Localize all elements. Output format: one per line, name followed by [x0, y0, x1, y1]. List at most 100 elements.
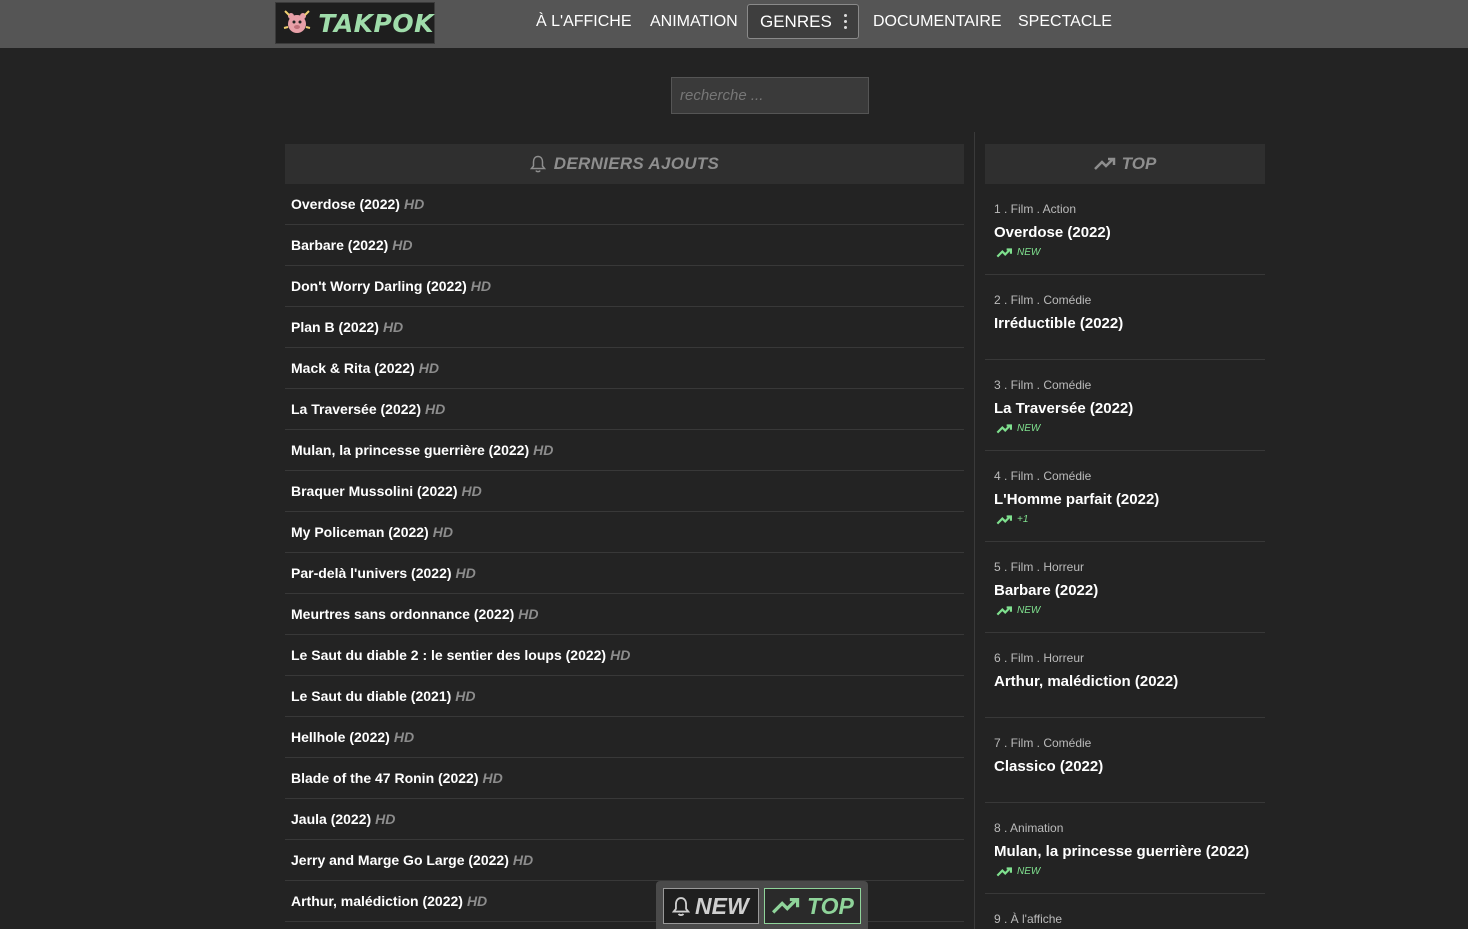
top-navigation-bar: TAKPOK À L'AFFICHE ANIMATION GENRES DOCU… — [0, 0, 1468, 48]
movie-title: Le Saut du diable (2021) — [291, 688, 452, 704]
latest-list-item[interactable]: Meurtres sans ordonnance (2022) HD — [285, 594, 964, 635]
movie-title: La Traversée (2022) — [291, 401, 421, 417]
top-list-item[interactable]: 1 . Film . Action Overdose (2022) NEW — [985, 184, 1265, 275]
bell-icon — [529, 155, 546, 173]
site-logo[interactable]: TAKPOK — [275, 2, 435, 44]
top-tab-button[interactable]: TOP — [764, 888, 861, 924]
quality-badge: HD — [418, 360, 439, 376]
nav-animation[interactable]: ANIMATION — [650, 12, 738, 34]
movie-title: My Policeman (2022) — [291, 524, 429, 540]
rank-category: 7 . Film . Comédie — [994, 736, 1092, 750]
bell-icon — [672, 896, 690, 916]
top-list-item[interactable]: 8 . Animation Mulan, la princesse guerriè… — [985, 803, 1265, 894]
rank-category: 8 . Animation — [994, 821, 1064, 835]
movie-title: Barbare (2022) — [291, 237, 389, 253]
movie-title: Arthur, malédiction (2022) — [291, 893, 463, 909]
trending-up-icon — [996, 423, 1017, 434]
quality-badge: HD — [466, 893, 488, 909]
trend-indicator: NEW — [996, 866, 1040, 877]
latest-list-item[interactable]: Jaula (2022) HD — [285, 799, 964, 840]
trend-indicator: NEW — [996, 423, 1040, 434]
nav-genres-dropdown[interactable]: GENRES — [747, 4, 859, 39]
latest-list-item[interactable]: My Policeman (2022) HD — [285, 512, 964, 553]
top-list-item[interactable]: 6 . Film . Horreur Arthur, malédiction (2… — [985, 633, 1265, 718]
trend-indicator: +1 — [996, 514, 1028, 525]
latest-list-item[interactable]: Par-delà l'univers (2022) HD — [285, 553, 964, 594]
latest-list-item[interactable]: Barbare (2022) HD — [285, 225, 964, 266]
top-tab-label: TOP — [807, 892, 854, 919]
trending-up-icon — [996, 605, 1017, 616]
movie-title: Jerry and Marge Go Large (2022) — [291, 852, 509, 868]
trend-indicator: NEW — [996, 247, 1040, 258]
rank-category: 4 . Film . Comédie — [994, 469, 1092, 483]
rank-category: 9 . À l'affiche — [994, 912, 1063, 926]
logo-text: TAKPOK — [318, 8, 434, 38]
trend-label: NEW — [1017, 247, 1041, 258]
new-tab-label: NEW — [695, 892, 749, 919]
search-input[interactable] — [671, 77, 869, 114]
quality-badge: HD — [610, 647, 631, 663]
trending-up-icon — [996, 514, 1017, 525]
latest-list-item[interactable]: Blade of the 47 Ronin (2022) HD — [285, 758, 964, 799]
latest-list-item[interactable]: Le Saut du diable (2021) HD — [285, 676, 964, 717]
movie-title: Le Saut du diable 2 : le sentier des lou… — [291, 647, 607, 663]
movie-title: Hellhole (2022) — [291, 729, 390, 745]
top-list-item[interactable]: 5 . Film . Horreur Barbare (2022) NEW — [985, 542, 1265, 633]
movie-title: Mack & Rita (2022) — [291, 360, 415, 376]
trend-indicator: NEW — [996, 605, 1040, 616]
movie-title: Classico (2022) — [994, 758, 1104, 775]
latest-list-item[interactable]: Plan B (2022) HD — [285, 307, 964, 348]
quality-badge: HD — [403, 196, 425, 212]
nav-spectacle[interactable]: SPECTACLE — [1018, 12, 1112, 34]
movie-title: Arthur, malédiction (2022) — [994, 673, 1179, 690]
rank-category: 2 . Film . Comédie — [994, 293, 1092, 307]
quality-badge: HD — [533, 442, 554, 458]
latest-list-item[interactable]: Mack & Rita (2022) HD — [285, 348, 964, 389]
latest-section-header: DERNIERS AJOUTS — [285, 144, 964, 184]
quality-badge: HD — [455, 565, 476, 581]
latest-list-item[interactable]: Jerry and Marge Go Large (2022) HD — [285, 840, 964, 881]
movie-title: Braquer Mussolini (2022) — [291, 483, 458, 499]
movie-title: Plan B (2022) — [291, 319, 379, 335]
top-list-item[interactable]: 9 . À l'affiche — [985, 894, 1265, 929]
nav-a-laffiche[interactable]: À L'AFFICHE — [536, 12, 632, 34]
latest-list-item[interactable]: Mulan, la princesse guerrière (2022) HD — [285, 430, 964, 471]
latest-list-item[interactable]: Braquer Mussolini (2022) HD — [285, 471, 964, 512]
new-tab-button[interactable]: NEW — [663, 888, 759, 924]
latest-list-item[interactable]: Overdose (2022) HD — [285, 184, 964, 225]
top-list-item[interactable]: 7 . Film . Comédie Classico (2022) — [985, 718, 1265, 803]
quality-badge: HD — [512, 852, 534, 868]
movie-title: La Traversée (2022) — [994, 400, 1134, 417]
latest-list-item[interactable]: Le Saut du diable 2 : le sentier des lou… — [285, 635, 964, 676]
movie-title: Overdose (2022) — [291, 196, 400, 212]
top-section-header: TOP — [985, 144, 1265, 184]
movie-title: Barbare (2022) — [994, 582, 1099, 599]
top-list-item[interactable]: 4 . Film . Comédie L'Homme parfait (2022)… — [985, 451, 1265, 542]
movie-title: Overdose (2022) — [994, 224, 1111, 241]
logo-mascot-icon — [282, 5, 312, 41]
movie-title: Blade of the 47 Ronin (2022) — [291, 770, 479, 786]
quality-badge: HD — [518, 606, 539, 622]
quality-badge: HD — [455, 688, 476, 704]
top-list-item[interactable]: 2 . Film . Comédie Irréductible (2022) — [985, 275, 1265, 360]
latest-list: Overdose (2022) HD Barbare (2022) HD Don't W… — [285, 184, 964, 922]
quality-badge: HD — [470, 278, 491, 294]
rank-category: 5 . Film . Horreur — [994, 560, 1085, 574]
quality-badge: HD — [432, 524, 453, 540]
latest-list-item[interactable]: Don't Worry Darling (2022) HD — [285, 266, 964, 307]
latest-list-item[interactable]: La Traversée (2022) HD — [285, 389, 964, 430]
top-section-title: TOP — [1121, 154, 1157, 173]
movie-title: Don't Worry Darling (2022) — [291, 278, 467, 294]
movie-title: Jaula (2022) — [291, 811, 372, 827]
movie-title: Meurtres sans ordonnance (2022) — [291, 606, 515, 622]
trend-label: NEW — [1017, 866, 1041, 877]
trend-label: NEW — [1017, 423, 1041, 434]
rank-category: 6 . Film . Horreur — [994, 651, 1085, 665]
top-list-item[interactable]: 3 . Film . Comédie La Traversée (2022) NEW — [985, 360, 1265, 451]
trending-up-icon — [996, 247, 1017, 258]
trend-label: NEW — [1017, 605, 1041, 616]
latest-list-item[interactable]: Hellhole (2022) HD — [285, 717, 964, 758]
nav-documentaire[interactable]: DOCUMENTAIRE — [873, 12, 1002, 34]
movie-title: L'Homme parfait (2022) — [994, 491, 1160, 508]
nav-genres-label: GENRES — [760, 11, 832, 31]
